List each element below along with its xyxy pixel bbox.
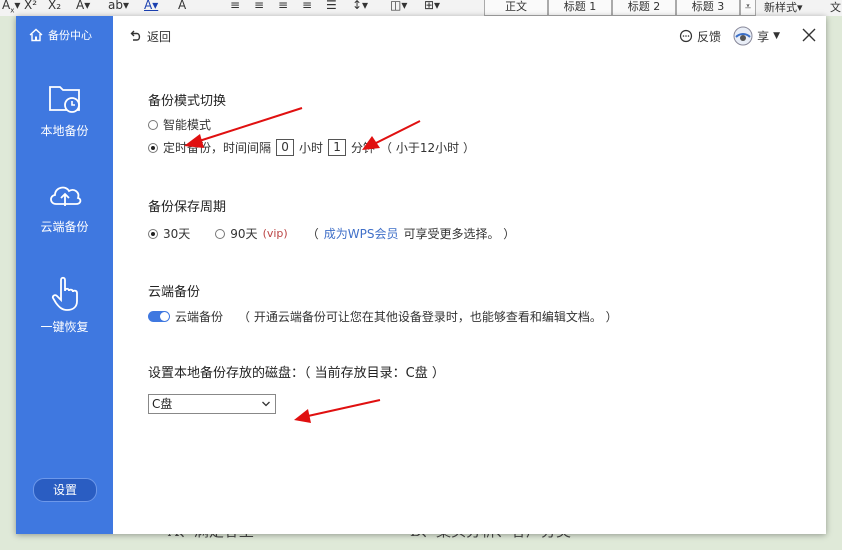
borders-icon[interactable]: ⊞▾ (424, 0, 440, 12)
style-heading3-button[interactable]: 标题 3 (676, 0, 740, 16)
become-member-link[interactable]: 成为WPS会员 (324, 225, 399, 242)
retention-title: 备份保存周期 (148, 200, 227, 215)
avatar (733, 26, 753, 46)
retention-options: 30天 90天 (vip) （ 成为WPS会员 可享受更多选择。 ） (148, 225, 515, 242)
feedback-button[interactable]: 反馈 (679, 28, 721, 45)
paren-open: （ (306, 227, 319, 241)
folder-clock-icon (48, 86, 80, 113)
back-button[interactable]: 返回 (129, 28, 171, 45)
cloud-toggle-label: 云端备份 (175, 310, 224, 324)
retention-90-radio[interactable] (215, 228, 226, 239)
style-heading2-button[interactable]: 标题 2 (612, 0, 676, 16)
text-effect-icon[interactable]: A▾ (76, 0, 90, 12)
minutes-input[interactable]: 1 (328, 139, 347, 156)
cloud-title: 云端备份 (148, 285, 201, 300)
retention-30-label: 30天 (163, 227, 191, 241)
user-name: 享 (757, 29, 770, 44)
close-button[interactable] (802, 28, 816, 45)
feedback-label: 反馈 (697, 29, 722, 44)
char-border-icon[interactable]: A (178, 0, 186, 12)
word-toolbar: Ax▾ X² X₂ A▾ ab▾ A▾ A ≡ ≡ ≡ ≡ ☰ ↕▾ ◫▾ ⊞▾… (0, 0, 842, 17)
retention-suffix: 可享受更多选择。 ） (403, 227, 516, 241)
toolbar-more-label[interactable]: 文 (830, 0, 841, 15)
sidebar-item-label: 云端备份 (40, 220, 89, 234)
home-icon (29, 28, 43, 42)
annotation-arrow-icon (294, 399, 381, 423)
baidu-watermark-logo: Baidu经验 (639, 471, 802, 509)
close-icon (802, 28, 816, 41)
sidebar-item-local-backup[interactable]: 本地备份 (16, 82, 113, 139)
new-style-label: 新样式 (764, 1, 797, 14)
undo-arrow-icon (130, 30, 141, 41)
disk-select-value: C盘 (152, 397, 173, 411)
shading-icon[interactable]: ◫▾ (390, 0, 407, 12)
retention-90-label: 90天 (230, 227, 258, 241)
disk-select[interactable]: C盘 (148, 394, 276, 414)
header-actions: 反馈 享 ▼ (679, 26, 816, 46)
vip-tag: (vip) (262, 227, 288, 240)
new-style-button[interactable]: 新样式▾ (764, 0, 803, 15)
back-label: 返回 (147, 30, 172, 44)
align-center-icon[interactable]: ≡ (254, 0, 264, 12)
disk-title: 设置本地备份存放的磁盘：（ 当前存放目录：C盘 ） (148, 366, 445, 381)
highlight-icon[interactable]: ab▾ (108, 0, 129, 12)
justify-icon[interactable]: ≡ (302, 0, 312, 12)
backup-center-dialog: 备份中心 本地备份 云端备份 一键恢复 设置 返回 反馈 享 ▼ 备份模式切换 … (16, 16, 826, 534)
main-content: 返回 反馈 享 ▼ 备份模式切换 智能模式 定时备份，时间间隔 0 小时 1 分… (113, 16, 826, 534)
align-left-icon[interactable]: ≡ (230, 0, 240, 12)
line-spacing-icon[interactable]: ↕▾ (352, 0, 368, 12)
distribute-icon[interactable]: ☰ (326, 0, 337, 12)
style-heading1-button[interactable]: 标题 1 (548, 0, 612, 16)
user-menu[interactable]: 享 ▼ (733, 26, 780, 46)
sidebar: 备份中心 本地备份 云端备份 一键恢复 设置 (16, 16, 113, 534)
sidebar-home[interactable]: 备份中心 (28, 26, 108, 44)
font-glyph-icon[interactable]: Ax▾ (2, 0, 20, 14)
subscript-icon[interactable]: X₂ (48, 0, 61, 12)
styles-expand-icon[interactable]: ⩡ (740, 0, 756, 16)
cloud-option: 云端备份 （ 开通云端备份可让您在其他设备登录时，也能够查看和编辑文档。 ） (148, 308, 618, 325)
annotation-arrow-icon (362, 120, 421, 150)
style-normal-button[interactable]: 正文 (484, 0, 548, 16)
caret-down-icon: ▼ (773, 31, 780, 41)
timed-mode-radio[interactable] (148, 142, 158, 153)
sidebar-item-cloud-backup[interactable]: 云端备份 (16, 178, 113, 235)
retention-30-radio[interactable] (148, 228, 158, 239)
cloud-upload-icon (49, 186, 81, 206)
baidu-watermark-url: jingyan.baidu.com (664, 508, 792, 522)
font-color-icon[interactable]: A▾ (144, 0, 158, 12)
sidebar-item-restore[interactable]: 一键恢复 (16, 274, 113, 335)
annotation-arrow-icon (184, 107, 303, 148)
settings-button[interactable]: 设置 (33, 478, 97, 502)
sidebar-item-label: 一键恢复 (40, 320, 89, 334)
cloud-backup-toggle[interactable] (148, 311, 170, 322)
sidebar-home-label: 备份中心 (48, 29, 92, 42)
hand-pointer-icon (51, 276, 78, 311)
cloud-description: （ 开通云端备份可让您在其他设备登录时，也能够查看和编辑文档。 ） (238, 310, 618, 324)
superscript-icon[interactable]: X² (24, 0, 37, 12)
align-right-icon[interactable]: ≡ (278, 0, 288, 12)
sidebar-item-label: 本地备份 (40, 124, 89, 138)
smart-mode-radio[interactable] (148, 119, 158, 130)
chat-bubble-icon (679, 29, 693, 43)
chevron-down-icon (262, 401, 270, 407)
